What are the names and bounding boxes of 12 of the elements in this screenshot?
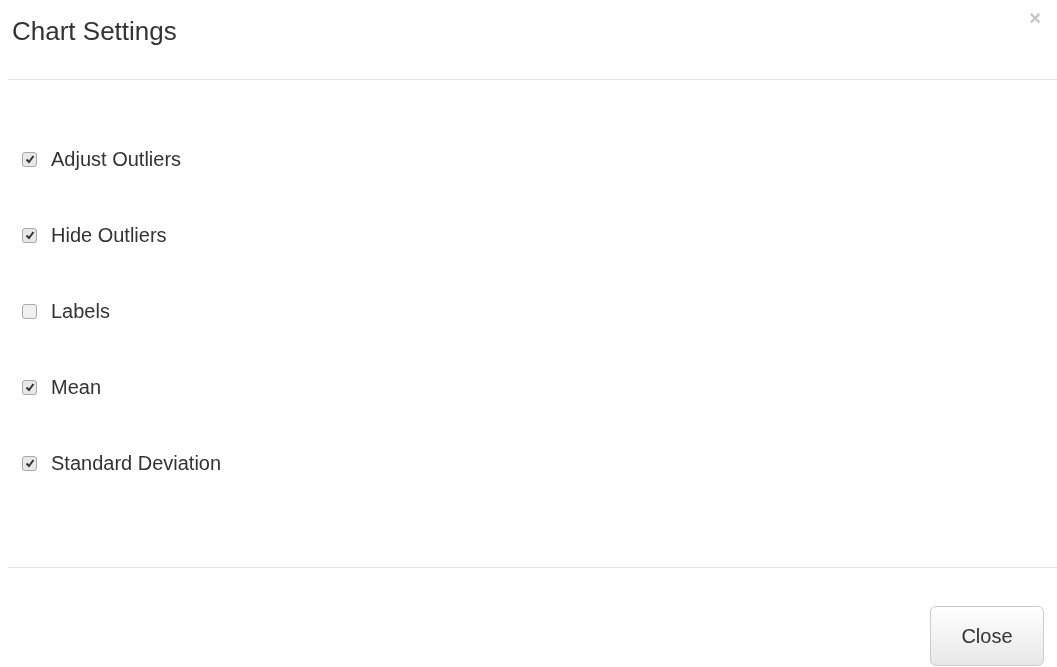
checkbox[interactable] [22,303,37,319]
option-label: Mean [51,375,102,400]
checkbox[interactable] [22,227,37,243]
dialog-title: Chart Settings [12,18,177,44]
checkbox[interactable] [22,379,37,395]
checkbox[interactable] [22,151,37,167]
option-label: Adjust Outliers [51,147,182,172]
option-label: Standard Deviation [51,451,222,476]
option-label: Labels [51,299,110,324]
option-label: Hide Outliers [51,223,167,248]
checkbox[interactable] [22,455,37,471]
close-button[interactable]: Close [930,606,1044,666]
